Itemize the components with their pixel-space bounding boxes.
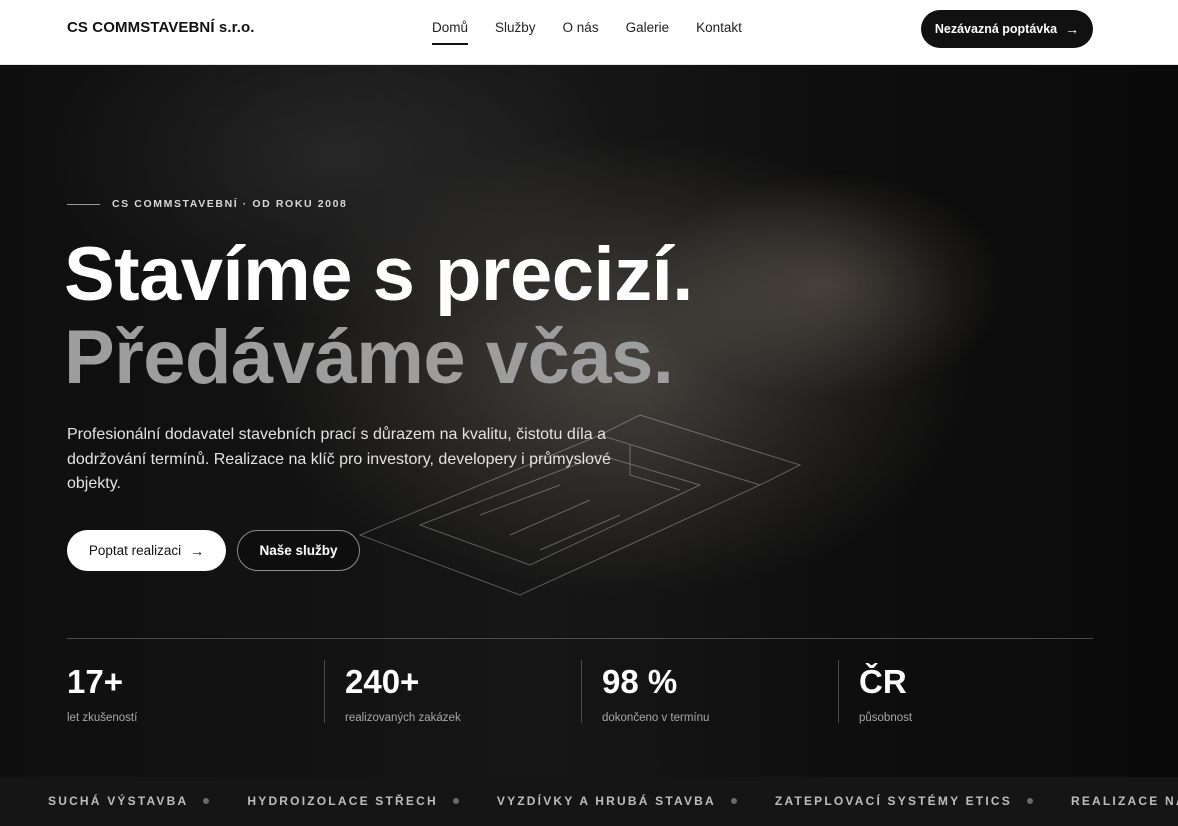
nav-item-kontakt[interactable]: Kontakt — [696, 20, 742, 45]
ticker-item: ZATEPLOVACÍ SYSTÉMY ETICS — [774, 794, 1012, 808]
ticker-track: SUCHÁ VÝSTAVBA HYDROIZOLACE STŘECH VYZDÍ… — [48, 794, 1178, 808]
dot-separator-icon — [452, 798, 459, 804]
ticker-item: SUCHÁ VÝSTAVBA — [48, 794, 189, 808]
arrow-right-icon: → — [1065, 21, 1080, 37]
arrow-right-icon: → — [190, 542, 205, 559]
dot-separator-icon — [1026, 798, 1033, 804]
company-logo[interactable]: CS COMMSTAVEBNÍ s.r.o. — [67, 19, 255, 36]
nav-item-domu[interactable]: Domů — [432, 20, 469, 45]
inquiry-button[interactable]: Nezávazná poptávka → — [921, 10, 1093, 48]
hero-lead: Profesionální dodavatel stavebních prací… — [67, 426, 611, 492]
request-realization-label: Poptat realizaci — [88, 543, 182, 558]
stat-value: 98 % — [602, 663, 678, 700]
site-header: CS COMMSTAVEBNÍ s.r.o. Domů Služby O nás… — [0, 0, 1178, 65]
dot-separator-icon — [730, 798, 737, 804]
stat-coverage: ČR působnost — [838, 660, 913, 724]
request-realization-button[interactable]: Poptat realizaci → — [67, 530, 226, 571]
blueprint-illustration — [358, 414, 802, 596]
nav-item-galerie[interactable]: Galerie — [626, 20, 670, 45]
our-services-label: Naše služby — [259, 543, 338, 558]
hero-section: CS COMMSTAVEBNÍ · OD ROKU 2008 Stavíme s… — [0, 65, 1178, 777]
stat-value: ČR — [859, 663, 907, 700]
stat-label: dokončeno v termínu — [602, 712, 710, 724]
main-nav: Domů Služby O nás Galerie Kontakt — [432, 20, 742, 45]
stat-value: 240+ — [345, 663, 420, 700]
stat-label: působnost — [859, 712, 913, 724]
stat-label: realizovaných zakázek — [345, 712, 461, 724]
inquiry-button-label: Nezávazná poptávka — [934, 22, 1058, 36]
dot-separator-icon — [203, 798, 210, 804]
ticker-item: VYZDÍVKY A HRUBÁ STAVBA — [496, 794, 716, 808]
stat-experience: 17+ let zkušeností — [67, 660, 138, 724]
our-services-button[interactable]: Naše služby — [237, 530, 360, 571]
hero-title-line2: Předáváme včas. — [64, 315, 674, 400]
nav-item-o-nas[interactable]: O nás — [563, 20, 599, 45]
hero-title-line1: Stavíme s precizí. — [64, 232, 693, 317]
stat-on-time: 98 % dokončeno v termínu — [581, 660, 710, 724]
stat-label: let zkušeností — [67, 712, 138, 724]
eyebrow-text: CS COMMSTAVEBNÍ · OD ROKU 2008 — [112, 198, 348, 210]
ticker-item: HYDROIZOLACE STŘECH — [247, 794, 438, 808]
nav-item-sluzby[interactable]: Služby — [495, 20, 536, 45]
stat-projects: 240+ realizovaných zakázek — [324, 660, 461, 724]
hero-eyebrow: CS COMMSTAVEBNÍ · OD ROKU 2008 — [67, 198, 347, 210]
services-ticker: SUCHÁ VÝSTAVBA HYDROIZOLACE STŘECH VYZDÍ… — [0, 777, 1178, 826]
stat-value: 17+ — [67, 663, 123, 700]
stats-divider — [67, 638, 1093, 639]
eyebrow-divider — [67, 203, 100, 205]
ticker-item: REALIZACE NA KLÍČ — [1070, 794, 1178, 808]
